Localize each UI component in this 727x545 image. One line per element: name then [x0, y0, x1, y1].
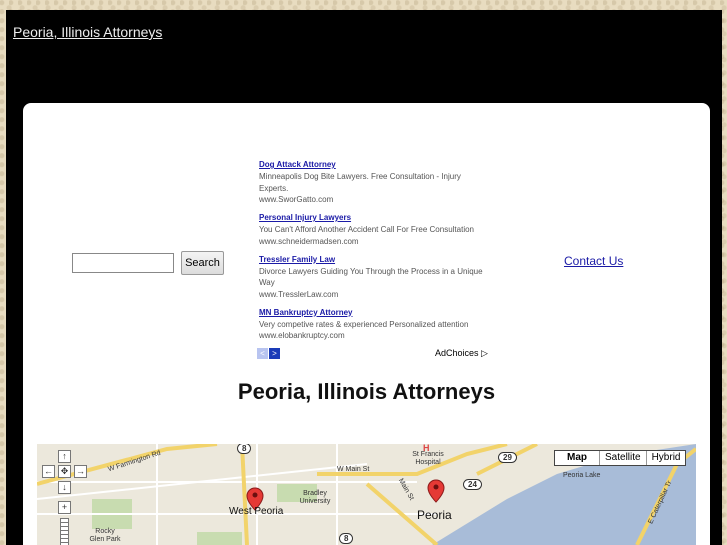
map-type-satellite-button[interactable]: Satellite [599, 451, 646, 465]
ad-next-button[interactable]: > [269, 348, 280, 359]
map-type-hybrid-button[interactable]: Hybrid [645, 451, 686, 465]
ad-pagination: < > [257, 348, 280, 366]
ad-title-link[interactable]: Dog Attack Attorney [259, 159, 491, 171]
map[interactable]: H 8 29 24 8 W Farmington Rd W Main St St… [37, 444, 696, 545]
ad-item: Tressler Family Law Divorce Lawyers Guid… [259, 254, 491, 300]
ad-item: Personal Injury Lawyers You Can't Afford… [259, 212, 491, 247]
ad-title-link[interactable]: Personal Injury Lawyers [259, 212, 491, 224]
content-panel: Search Dog Attack Attorney Minneapolis D… [23, 103, 710, 545]
map-marker[interactable] [427, 479, 445, 503]
ad-url: www.schneidermadsen.com [259, 236, 359, 246]
ad-item: Dog Attack Attorney Minneapolis Dog Bite… [259, 159, 491, 205]
map-label-main-st: W Main St [337, 466, 370, 473]
route-shield: 24 [463, 479, 482, 490]
map-label-rocky-glen: Rocky Glen Park [89, 528, 121, 543]
map-type-map-button[interactable]: Map [555, 451, 599, 465]
route-shield: 8 [339, 533, 354, 544]
ad-prev-button[interactable]: < [257, 348, 268, 359]
ad-item: MN Bankruptcy Attorney Very competive ra… [259, 307, 491, 342]
page-heading: Peoria, Illinois Attorneys [237, 379, 496, 404]
pan-down-icon[interactable]: ↓ [58, 481, 71, 494]
map-city-west-peoria: West Peoria [229, 506, 284, 517]
ad-url: www.TresslerLaw.com [259, 289, 339, 299]
map-label-st-francis: St Francis Hospital [412, 451, 444, 466]
map-city-peoria: Peoria [417, 508, 452, 522]
ad-url: www.elobankruptcy.com [259, 331, 345, 340]
ad-description: Very competive rates & experienced Perso… [259, 319, 469, 329]
map-type-switcher: Map Satellite Hybrid [554, 450, 687, 466]
zoom-in-icon[interactable]: + [58, 501, 71, 514]
pan-center-icon[interactable]: ✥ [58, 465, 71, 478]
ad-description: Divorce Lawyers Guiding You Through the … [259, 266, 483, 288]
zoom-slider[interactable] [60, 518, 69, 545]
search-button[interactable]: Search [181, 251, 224, 275]
ad-block: Dog Attack Attorney Minneapolis Dog Bite… [259, 159, 491, 348]
contact-us-link[interactable]: Contact Us [564, 254, 623, 268]
pan-right-icon[interactable]: → [74, 465, 87, 478]
pan-up-icon[interactable]: ↑ [58, 450, 71, 463]
map-label-peoria-lake: Peoria Lake [563, 472, 601, 479]
map-label-bradley: Bradley University [299, 490, 331, 505]
ad-title-link[interactable]: MN Bankruptcy Attorney [259, 307, 491, 319]
pan-left-icon[interactable]: ← [42, 465, 55, 478]
route-shield: 29 [498, 452, 517, 463]
search-input[interactable] [72, 253, 174, 273]
adchoices-link[interactable]: AdChoices ▷ [435, 348, 488, 359]
site-title-link[interactable]: Peoria, Illinois Attorneys [13, 24, 162, 40]
ad-description: Minneapolis Dog Bite Lawyers. Free Consu… [259, 172, 461, 193]
ad-description: You Can't Afford Another Accident Call F… [259, 225, 474, 234]
ad-url: www.SworGatto.com [259, 195, 334, 204]
ad-title-link[interactable]: Tressler Family Law [259, 254, 491, 266]
